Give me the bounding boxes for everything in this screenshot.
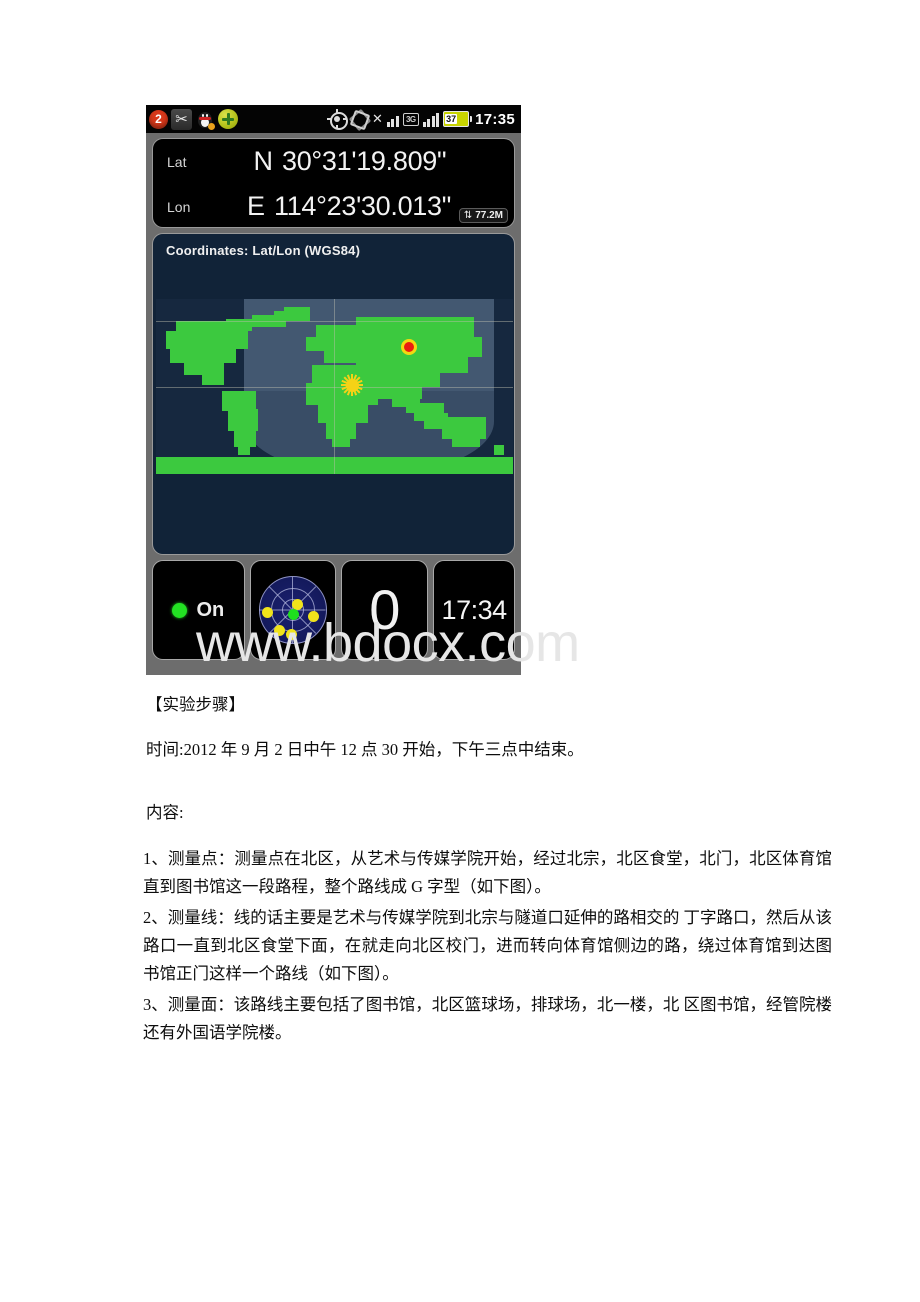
satellite-radar-tile[interactable] (249, 560, 337, 660)
android-status-bar: 2 ✂ ✕ 3G 37 17:35 (146, 105, 521, 133)
landmass (406, 403, 444, 413)
paragraph-measure-areas: 3、测量面：该路线主要包括了图书馆，北区篮球场，排球场，北一楼，北 区图书馆，经… (143, 995, 832, 1042)
landmass (284, 307, 310, 321)
satellite-dot-fixed (288, 609, 300, 620)
latitude-value: 30°31'19.809" (282, 146, 447, 176)
notification-badge-icon: 2 (149, 109, 168, 129)
signal-strength-icon (422, 111, 440, 127)
green-plus-icon (218, 109, 238, 129)
satellite-dot (286, 629, 298, 640)
satellite-count-tile[interactable]: 0 (341, 560, 429, 660)
data-usage-amount: 77.2M (475, 210, 503, 221)
fix-time-value: 17:34 (441, 594, 508, 625)
landmass (228, 409, 258, 431)
phone-screenshot: 2 ✂ ✕ 3G 37 17:35 Lat N 30°31'19.809" Lo… (146, 105, 521, 675)
landmass (222, 391, 256, 411)
gps-status-led-icon (172, 602, 188, 618)
landmass (202, 373, 224, 385)
latitude-label: Lat (167, 153, 187, 170)
3g-icon: 3G (402, 112, 419, 126)
data-transfer-arrows-icon: ⇅ (463, 210, 473, 221)
current-position-marker (401, 339, 417, 355)
world-map-panel[interactable]: Coordinates: Lat/Lon (WGS84) (152, 233, 515, 555)
document-body: 【实验步骤】 时间:2012 年 9 月 2 日中午 12 点 30 开始，下午… (0, 690, 920, 1050)
world-map-canvas (156, 299, 513, 474)
content-label: 内容: (146, 803, 184, 822)
tropic-line (156, 321, 513, 322)
no-sim-icon: ✕ (372, 111, 383, 126)
paragraph-measure-lines: 2、测量线：线的话主要是艺术与传媒学院到北宗与隧道口延伸的路相交的 丁字路口，然… (143, 908, 832, 983)
satellite-dot (262, 607, 274, 618)
battery-icon: 37 (443, 111, 473, 127)
landmass (442, 417, 486, 439)
gps-status-tile[interactable]: On (152, 560, 245, 660)
signal-bars-icon (386, 111, 399, 127)
prime-meridian-line (334, 299, 335, 474)
status-bar-left-icons: 2 ✂ (146, 108, 238, 130)
sync-icon (348, 108, 372, 132)
gps-status-label: On (196, 598, 225, 621)
landmass (494, 445, 504, 455)
landmass (238, 445, 250, 455)
fix-time-tile[interactable]: 17:34 (433, 560, 515, 660)
map-title: Coordinates: Lat/Lon (WGS84) (166, 243, 361, 258)
landmass (452, 437, 480, 447)
longitude-value: 114°23'30.013" (274, 191, 451, 221)
battery-level-label: 37 (445, 114, 458, 124)
landmass (318, 403, 368, 423)
experiment-time-line: 时间:2012 年 9 月 2 日中午 12 点 30 开始，下午三点中结束。 (146, 740, 584, 759)
scissors-icon: ✂ (171, 108, 192, 130)
section-heading: 【实验步骤】 (146, 695, 245, 714)
bottom-widget-row: On 0 17:34 (152, 560, 515, 660)
paragraph-measure-points: 1、测量点：测量点在北区，从艺术与传媒学院开始，经过北宗，北区食堂，北门，北区体… (143, 849, 832, 896)
qq-penguin-icon (195, 109, 215, 130)
landmass (456, 355, 466, 365)
satellite-dot (308, 611, 320, 622)
coordinates-readout-panel[interactable]: Lat N 30°31'19.809" Lon E 114°23'30.013"… (152, 138, 515, 228)
gps-target-icon (327, 109, 349, 130)
latitude-row: Lat N 30°31'19.809" (153, 139, 514, 184)
status-bar-right-icons: ✕ 3G 37 17:35 (327, 108, 521, 132)
sun-position-icon (341, 374, 363, 396)
longitude-hemisphere: E (246, 191, 265, 221)
latitude-hemisphere: N (253, 146, 274, 176)
landmass (452, 339, 466, 353)
data-usage-overlay: ⇅ 77.2M (458, 208, 508, 223)
satellite-radar-icon (259, 576, 328, 644)
longitude-label: Lon (167, 198, 191, 215)
satellite-count-value: 0 (369, 578, 401, 641)
status-bar-clock: 17:35 (475, 110, 515, 128)
satellite-dot (274, 625, 286, 636)
